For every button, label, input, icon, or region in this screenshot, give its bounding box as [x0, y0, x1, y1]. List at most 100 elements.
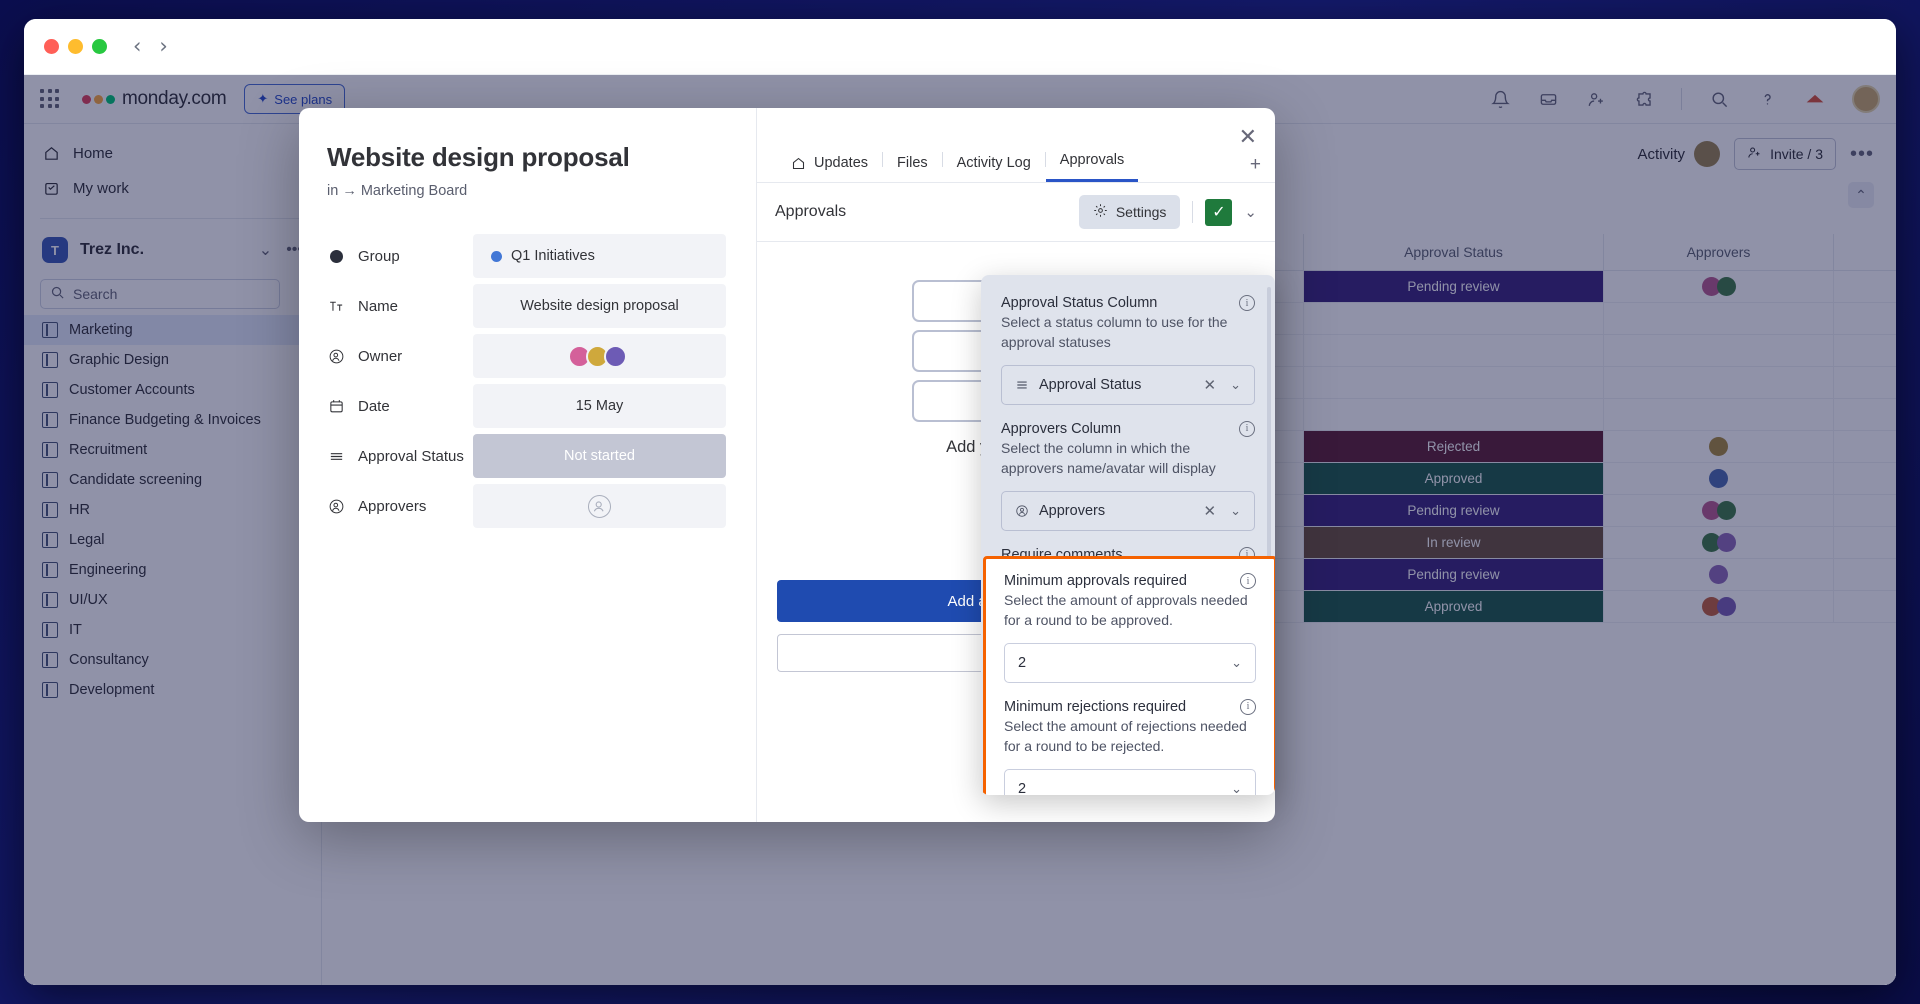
setting-select[interactable]: Approvers✕⌄: [1001, 491, 1255, 531]
window-controls[interactable]: [44, 39, 107, 54]
approve-button[interactable]: ✓: [1205, 199, 1232, 226]
back-icon[interactable]: ‹: [133, 36, 141, 57]
tab-files[interactable]: Files: [883, 147, 942, 182]
tab-label: Activity Log: [957, 155, 1031, 171]
setting-label-row: Minimum approvals requiredi: [1004, 573, 1256, 589]
add-tab-button[interactable]: +: [1236, 148, 1275, 182]
tab-updates[interactable]: Updates: [777, 147, 882, 182]
setting-group-approvers-column: Approvers Columni Select the column in wh…: [1001, 421, 1255, 531]
field-row-approval-status: Approval Status Not started: [327, 433, 726, 479]
select-value: 2: [1018, 655, 1026, 671]
browser-nav[interactable]: ‹ ›: [133, 36, 168, 57]
select-value: 2: [1018, 781, 1026, 796]
setting-label-row: Minimum rejections requiredi: [1004, 699, 1256, 715]
settings-label: Settings: [1116, 204, 1167, 220]
maximize-window-button[interactable]: [92, 39, 107, 54]
approvals-settings-button[interactable]: Settings: [1079, 195, 1181, 229]
info-icon[interactable]: i: [1239, 421, 1255, 437]
modal-left-pane: Website design proposal in → Marketing B…: [299, 108, 756, 822]
field-value[interactable]: [473, 484, 726, 528]
chevron-down-icon[interactable]: ⌄: [1231, 655, 1242, 671]
field-label-text: Approvers: [358, 498, 426, 515]
setting-group-approval-status-column: Approval Status Columni Select a status c…: [1001, 295, 1255, 405]
empty-avatar-icon[interactable]: [588, 495, 611, 518]
info-icon[interactable]: i: [1240, 573, 1256, 589]
field-label: Approvers: [327, 497, 473, 516]
info-icon[interactable]: i: [1239, 295, 1255, 311]
field-value[interactable]: Q1 Initiatives: [473, 234, 726, 278]
setting-select[interactable]: Approval Status ✕ ⌄: [1001, 365, 1255, 405]
info-icon[interactable]: i: [1240, 699, 1256, 715]
close-modal-button[interactable]: ✕: [1239, 124, 1257, 150]
tab-label: Updates: [814, 155, 868, 171]
approvals-heading: Approvals: [775, 203, 846, 221]
setting-group-minimum-rejections-required: Minimum rejections requiredi Select the a…: [1004, 699, 1256, 795]
select-value: Approval Status: [1039, 377, 1141, 393]
setting-group-minimum-approvals-required: Minimum approvals requiredi Select the am…: [1004, 573, 1256, 683]
owner-avatars: [573, 345, 627, 368]
setting-label: Minimum rejections required: [1004, 699, 1240, 715]
setting-description: Select the amount of rejections needed f…: [1004, 717, 1256, 757]
group-color-dot: [491, 251, 502, 262]
field-row-date: Date 15 May: [327, 383, 726, 429]
field-row-approvers: Approvers: [327, 483, 726, 529]
field-label: Approval Status: [327, 447, 473, 466]
clear-icon[interactable]: ✕: [1204, 502, 1217, 520]
setting-description: Select the column in which the approvers…: [1001, 439, 1255, 479]
setting-number-select[interactable]: 2⌄: [1004, 769, 1256, 796]
item-fields: GroupQ1 InitiativesNameWebsite design pr…: [327, 233, 726, 529]
setting-description: Select the amount of approvals needed fo…: [1004, 591, 1256, 631]
monday-app: monday.com ✦ See plans: [24, 75, 1896, 985]
calendar-icon: [327, 397, 346, 416]
field-value[interactable]: Not started: [473, 434, 726, 478]
setting-label: Approval Status Column: [1001, 295, 1239, 311]
group-dot-icon: [327, 247, 346, 266]
setting-number-select[interactable]: 2⌄: [1004, 643, 1256, 683]
field-label: Group: [327, 247, 473, 266]
chevron-down-icon[interactable]: ⌄: [1231, 781, 1242, 796]
field-label-text: Owner: [358, 348, 402, 365]
field-row-name: NameWebsite design proposal: [327, 283, 726, 329]
chevron-down-icon[interactable]: ⌄: [1230, 503, 1241, 519]
person-column-icon: [1015, 504, 1029, 518]
approvals-actions: Settings ✓ ⌄: [1079, 195, 1257, 229]
approve-chevron-icon[interactable]: ⌄: [1244, 203, 1257, 221]
avatar: [604, 345, 627, 368]
tab-label: Approvals: [1060, 152, 1124, 168]
home-icon: [791, 156, 806, 171]
setting-label-row: Approvers Columni: [1001, 421, 1255, 437]
field-row-group: Group Q1 Initiatives: [327, 233, 726, 279]
approvals-header: Approvals Settings ✓ ⌄: [757, 183, 1275, 241]
field-label-text: Group: [358, 248, 400, 265]
field-value[interactable]: Website design proposal: [473, 284, 726, 328]
close-window-button[interactable]: [44, 39, 59, 54]
tab-activity-log[interactable]: Activity Log: [943, 147, 1045, 182]
desktop-background: ‹ › monday.com ✦ See plans: [0, 0, 1920, 1004]
setting-label-row: Approval Status Columni: [1001, 295, 1255, 311]
settings-content: Approval Status ColumniSelect a status c…: [981, 275, 1275, 584]
field-value[interactable]: [473, 334, 726, 378]
tab-label: Files: [897, 155, 928, 171]
field-label: Owner: [327, 347, 473, 366]
minimize-window-button[interactable]: [68, 39, 83, 54]
tab-approvals[interactable]: Approvals: [1046, 144, 1138, 182]
chevron-down-icon[interactable]: ⌄: [1230, 377, 1241, 393]
clear-icon[interactable]: ✕: [1204, 376, 1217, 394]
setting-label: Minimum approvals required: [1004, 573, 1240, 589]
field-label-text: Date: [358, 398, 390, 415]
modal-breadcrumb: in → Marketing Board: [327, 183, 726, 199]
field-row-owner: Owner: [327, 333, 726, 379]
field-label-text: Approval Status: [358, 448, 464, 465]
field-label: Date: [327, 397, 473, 416]
forward-icon[interactable]: ›: [159, 36, 167, 57]
gear-icon: [1093, 203, 1108, 221]
browser-chrome: ‹ ›: [24, 19, 1896, 75]
actions-divider: [1192, 201, 1193, 223]
text-icon: [327, 297, 346, 316]
status-column-icon: [1015, 378, 1029, 392]
people-icon: [327, 497, 346, 516]
field-label: Name: [327, 297, 473, 316]
browser-window: ‹ › monday.com ✦ See plans: [24, 19, 1896, 985]
setting-description: Select a status column to use for the ap…: [1001, 313, 1255, 353]
field-value[interactable]: 15 May: [473, 384, 726, 428]
